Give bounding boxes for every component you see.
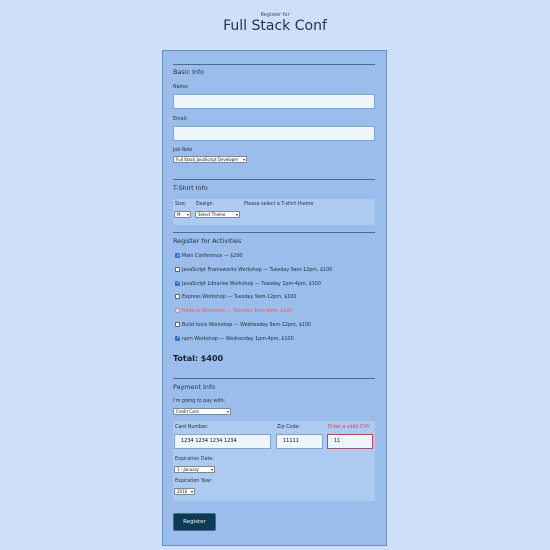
job-role-select[interactable]: Full Stack JavaScript Developer ▾ — [173, 156, 247, 163]
exp-year-label: Expiration Year: — [175, 479, 213, 484]
tshirt-info-title: T-Shirt Info — [173, 184, 208, 192]
activity-item[interactable]: JavaScript Libraries Workshop — Tuesday … — [175, 280, 321, 287]
activity-item[interactable]: npm Workshop — Wednesday 1pm-4pm, $100 — [175, 335, 294, 342]
activities-title: Register for Activities — [173, 237, 242, 245]
design-value: Select Theme — [198, 212, 226, 217]
name-label: Name: — [173, 85, 189, 90]
zip-label: Zip Code: — [277, 425, 301, 430]
register-button[interactable]: Register — [173, 513, 216, 531]
size-value: M — [177, 212, 181, 217]
card-number-label: Card Number: — [175, 425, 209, 430]
activity-label: Express Workshop — Tuesday 9am-12pm, $10… — [182, 295, 297, 301]
activity-checkbox — [175, 308, 180, 314]
chevron-down-icon: ▾ — [226, 409, 229, 414]
theme-hint: Please select a T-shirt theme — [244, 202, 314, 207]
activity-label: Build tools Workshop — Wednesday 9am-12p… — [182, 323, 311, 328]
activity-item: Node.js Workshop — Tuesday 1pm-4pm, $100 — [175, 308, 292, 314]
activity-item[interactable]: Build tools Workshop — Wednesday 9am-12p… — [175, 322, 311, 328]
job-role-value: Full Stack JavaScript Developer — [176, 157, 239, 162]
activity-item[interactable]: Main Conference — $200 — [175, 253, 242, 259]
activity-label: JavaScript Frameworks Workshop — Tuesday… — [182, 267, 333, 273]
card-number-field[interactable]: 1234 1234 1234 1234 — [174, 434, 271, 449]
activity-label: Node.js Workshop — Tuesday 1pm-4pm, $100 — [182, 309, 293, 315]
name-field[interactable] — [173, 94, 375, 109]
activity-checkbox[interactable] — [175, 294, 180, 300]
activity-label: npm Workshop — Wednesday 1pm-4pm, $100 — [182, 336, 294, 342]
activity-label: Main Conference — $200 — [182, 254, 243, 259]
cvv-field[interactable]: 11 — [327, 434, 373, 449]
chevron-down-icon: ▾ — [186, 212, 189, 217]
chevron-down-icon: ▾ — [242, 157, 245, 162]
payment-info-title: Payment Info — [173, 383, 216, 391]
activity-checkbox[interactable] — [175, 253, 180, 259]
design-select[interactable]: Select Theme ▾ — [195, 211, 240, 218]
payment-method-value: Credit Card — [176, 409, 199, 414]
activity-checkbox[interactable] — [175, 322, 180, 327]
exp-year-value: 2016 — [177, 489, 188, 494]
registration-form: Basic Info Name: Email: Job Role Full St… — [162, 50, 387, 546]
chevron-down-icon: ▾ — [210, 467, 213, 472]
zip-field[interactable]: 11111 — [276, 434, 323, 449]
size-select[interactable]: M ▾ — [174, 211, 191, 218]
basic-info-title: Basic Info — [173, 68, 205, 76]
cvv-error-label: Enter a valid CVV — [328, 425, 370, 430]
activity-label: JavaScript Libraries Workshop — Tuesday … — [182, 281, 321, 287]
section-divider — [173, 232, 375, 233]
section-divider — [173, 64, 375, 65]
page-title: Full Stack Conf — [223, 18, 327, 34]
size-label: Size: — [175, 202, 187, 207]
job-role-label: Job Role — [173, 148, 193, 153]
exp-month-select[interactable]: 1 - January ▾ — [174, 466, 215, 473]
exp-date-label: Expiration Date: — [175, 457, 214, 462]
email-label: Email: — [173, 117, 188, 122]
design-label: Design: — [196, 202, 215, 207]
exp-month-value: 1 - January — [177, 467, 199, 472]
activity-checkbox[interactable] — [175, 335, 180, 341]
chevron-down-icon: ▾ — [235, 212, 238, 217]
section-divider — [173, 179, 375, 180]
activity-item[interactable]: Express Workshop — Tuesday 9am-12pm, $10… — [175, 294, 296, 300]
email-field[interactable] — [173, 126, 375, 141]
payment-method-select[interactable]: Credit Card ▾ — [173, 408, 231, 415]
section-divider — [173, 378, 375, 379]
activity-checkbox[interactable] — [175, 280, 180, 286]
activity-checkbox[interactable] — [175, 266, 180, 272]
total-amount: Total: $400 — [173, 354, 224, 363]
exp-year-select[interactable]: 2016 ▾ — [174, 488, 195, 495]
chevron-down-icon: ▾ — [190, 489, 193, 494]
activity-item[interactable]: JavaScript Frameworks Workshop — Tuesday… — [175, 266, 333, 273]
payment-method-label: I'm going to pay with: — [173, 399, 226, 404]
